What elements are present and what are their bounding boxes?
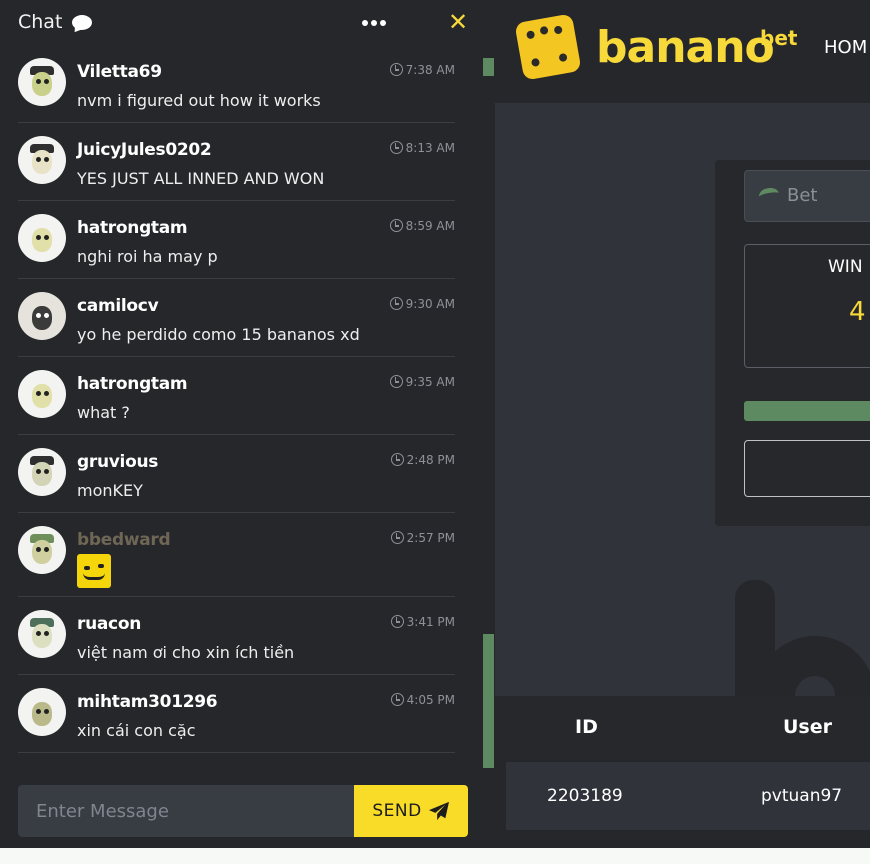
- brand-logo-sup: bet: [760, 26, 798, 50]
- chat-title: Chat: [18, 11, 63, 33]
- clock-icon: [389, 297, 403, 310]
- message-text: xin cái con cặc: [77, 721, 196, 740]
- message-text: nghi roi ha may p: [77, 247, 218, 266]
- avatar[interactable]: [18, 526, 66, 574]
- game-area: banano bet HOM Bet WIN 4 ID User 2203189…: [495, 0, 870, 864]
- page-bottom-strip: [0, 848, 870, 864]
- message-input[interactable]: [18, 785, 354, 837]
- clock-icon: [389, 375, 403, 388]
- avatar[interactable]: [18, 214, 66, 262]
- username[interactable]: gruvious: [77, 452, 158, 472]
- list-item: bbedward 2:57 PM: [18, 518, 455, 597]
- list-item: Viletta69 7:38 AM nvm i figured out how …: [18, 50, 455, 123]
- clock-icon: [390, 693, 404, 706]
- list-item: gruvious 2:48 PM monKEY: [18, 440, 455, 513]
- username[interactable]: JuicyJules0202: [77, 140, 212, 160]
- chat-header: Chat ✕: [0, 0, 480, 50]
- list-item: hatrongtam 8:59 AM nghi roi ha may p: [18, 206, 455, 279]
- brand-logo-text[interactable]: banano: [596, 22, 775, 73]
- clock-icon: [390, 453, 404, 466]
- column-header-id: ID: [575, 716, 598, 738]
- list-item: camilocv 9:30 AM yo he perdido como 15 b…: [18, 284, 455, 357]
- timestamp: 2:57 PM: [390, 531, 455, 545]
- win-box: WIN 4: [744, 244, 870, 368]
- send-label: SEND: [372, 801, 422, 821]
- username[interactable]: camilocv: [77, 296, 159, 316]
- chat-bubble-icon: [72, 15, 92, 30]
- cell-id: 2203189: [547, 786, 623, 806]
- bet-action-button[interactable]: [744, 440, 870, 497]
- bet-input[interactable]: Bet: [744, 170, 870, 222]
- bet-placeholder: Bet: [787, 185, 818, 206]
- clock-icon: [389, 219, 403, 232]
- timestamp: 9:35 AM: [389, 375, 455, 389]
- monkey-emote-image: [77, 554, 111, 588]
- username[interactable]: bbedward: [77, 530, 171, 550]
- message-text: monKEY: [77, 481, 143, 500]
- close-icon[interactable]: ✕: [446, 10, 470, 34]
- username[interactable]: ruacon: [77, 614, 141, 634]
- chat-panel: Chat ✕ Viletta69 7:38 AM nvm i figured o…: [0, 0, 495, 864]
- list-item: ruacon 3:41 PM việt nam ơi cho xin ích t…: [18, 602, 455, 675]
- clock-icon: [390, 615, 404, 628]
- avatar[interactable]: [18, 610, 66, 658]
- bet-card: Bet WIN 4: [715, 160, 870, 526]
- username[interactable]: hatrongtam: [77, 218, 188, 238]
- timestamp: 8:13 AM: [389, 141, 455, 155]
- column-header-user: User: [783, 716, 832, 738]
- avatar[interactable]: [18, 448, 66, 496]
- message-text: việt nam ơi cho xin ích tiền: [77, 643, 295, 662]
- message-text: what ?: [77, 403, 130, 422]
- list-item: mihtam301296 4:05 PM xin cái con cặc: [18, 680, 455, 753]
- timestamp: 7:38 AM: [389, 63, 455, 77]
- timestamp: 3:41 PM: [390, 615, 455, 629]
- avatar[interactable]: [18, 688, 66, 736]
- username[interactable]: hatrongtam: [77, 374, 188, 394]
- chance-slider[interactable]: [744, 401, 870, 421]
- ellipsis-icon[interactable]: [362, 20, 386, 26]
- message-text: nvm i figured out how it works: [77, 91, 321, 110]
- list-item: JuicyJules0202 8:13 AM YES JUST ALL INNE…: [18, 128, 455, 201]
- dice-logo-icon[interactable]: [514, 13, 582, 81]
- timestamp: 2:48 PM: [390, 453, 455, 467]
- cell-user[interactable]: pvtuan97: [761, 786, 842, 806]
- nav-home-link[interactable]: HOM: [824, 37, 867, 58]
- chat-scrollbar[interactable]: [483, 50, 494, 768]
- username[interactable]: Viletta69: [77, 62, 162, 82]
- username[interactable]: mihtam301296: [77, 692, 218, 712]
- timestamp: 9:30 AM: [389, 297, 455, 311]
- avatar[interactable]: [18, 136, 66, 184]
- scrollbar-marker: [483, 58, 494, 76]
- paper-plane-icon: [428, 801, 449, 821]
- send-button[interactable]: SEND: [354, 785, 468, 837]
- list-item: hatrongtam 9:35 AM what ?: [18, 362, 455, 435]
- avatar[interactable]: [18, 58, 66, 106]
- clock-icon: [389, 141, 403, 154]
- message-text: yo he perdido como 15 bananos xd: [77, 325, 360, 344]
- clock-icon: [390, 531, 404, 544]
- timestamp: 8:59 AM: [389, 219, 455, 233]
- banano-icon: [757, 186, 781, 204]
- bets-table-header: ID User: [495, 696, 870, 760]
- message-text: YES JUST ALL INNED AND WON: [77, 169, 325, 188]
- timestamp: 4:05 PM: [390, 693, 455, 707]
- message-list: Viletta69 7:38 AM nvm i figured out how …: [0, 50, 470, 762]
- avatar[interactable]: [18, 370, 66, 418]
- win-label: WIN: [828, 257, 863, 277]
- scrollbar-thumb[interactable]: [483, 634, 494, 768]
- win-value: 4: [849, 297, 866, 327]
- table-row[interactable]: 2203189 pvtuan97: [506, 762, 870, 830]
- clock-icon: [389, 63, 403, 76]
- avatar[interactable]: [18, 292, 66, 340]
